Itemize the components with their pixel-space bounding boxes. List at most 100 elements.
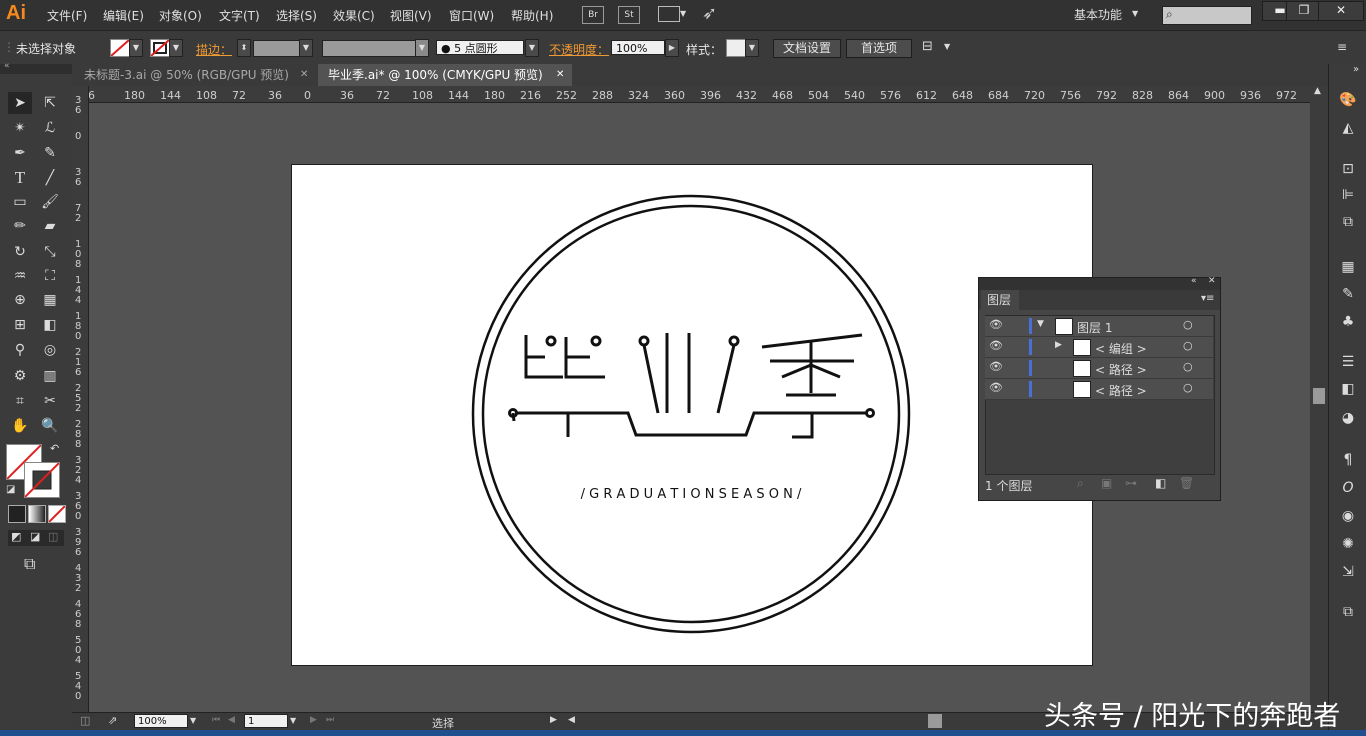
brush-dropdown[interactable]: ▼ bbox=[525, 39, 539, 57]
panel-menu-icon[interactable]: ▾≡ bbox=[1201, 293, 1214, 304]
target-icon[interactable]: ○ bbox=[1183, 318, 1193, 331]
eye-icon[interactable]: 👁 bbox=[989, 360, 1003, 373]
none-mode-icon[interactable] bbox=[48, 505, 66, 523]
document-setup-button[interactable]: 文档设置 bbox=[773, 39, 841, 58]
artboard-nav-icon[interactable]: ◫ bbox=[80, 714, 90, 727]
menu-edit[interactable]: 编辑(E) bbox=[103, 7, 144, 24]
close-tab-icon[interactable]: ✕ bbox=[556, 64, 564, 86]
layers-icon[interactable]: ⧉ bbox=[1337, 602, 1359, 622]
curvature-tool-icon[interactable]: ✎ bbox=[38, 142, 62, 164]
opacity-label[interactable]: 不透明度： bbox=[549, 41, 609, 58]
zoom-tool-icon[interactable]: 🔍 bbox=[38, 415, 62, 437]
path-name[interactable]: < 路径 > bbox=[1095, 361, 1147, 378]
gpu-performance-icon[interactable]: ➶ bbox=[702, 3, 717, 24]
eye-icon[interactable]: 👁 bbox=[989, 318, 1003, 331]
first-artboard-icon[interactable]: ⏮ bbox=[212, 715, 220, 725]
menu-object[interactable]: 对象(O) bbox=[159, 7, 202, 24]
new-sublayer-icon[interactable]: ⊶ bbox=[1125, 476, 1137, 490]
free-transform-icon[interactable]: ⛶ bbox=[38, 265, 62, 287]
stroke-weight-stepper[interactable]: ⬍ bbox=[237, 39, 251, 57]
chevron-down-icon[interactable]: ▼ bbox=[944, 42, 950, 51]
symbol-sprayer-icon[interactable]: ⚙ bbox=[8, 365, 32, 387]
appearance-icon[interactable]: ◉ bbox=[1337, 506, 1359, 526]
pencil-icon[interactable]: ✏ bbox=[8, 215, 32, 237]
stroke-dropdown[interactable]: ▼ bbox=[169, 39, 183, 57]
workspace-switcher[interactable]: 基本功能 bbox=[1074, 6, 1122, 23]
chevron-down-icon[interactable]: ▼ bbox=[290, 716, 296, 725]
scroll-thumb[interactable] bbox=[1313, 388, 1325, 404]
rectangle-tool-icon[interactable]: ▭ bbox=[8, 191, 32, 213]
stock-button[interactable]: St bbox=[618, 6, 640, 24]
collapse-icon[interactable]: « bbox=[4, 61, 10, 71]
style-dropdown[interactable]: ▼ bbox=[745, 39, 759, 57]
panel-menu-icon[interactable]: ≡ bbox=[1337, 40, 1347, 54]
align-icon[interactable]: ⊫ bbox=[1337, 185, 1359, 205]
default-colors-icon[interactable]: ◪ bbox=[6, 484, 15, 495]
stroke-swatch[interactable] bbox=[150, 39, 170, 57]
vertical-scrollbar[interactable]: ▲ bbox=[1310, 86, 1328, 712]
menu-view[interactable]: 视图(V) bbox=[390, 7, 432, 24]
opentype-icon[interactable]: O bbox=[1337, 478, 1359, 498]
selection-tool-icon[interactable]: ➤ bbox=[8, 92, 32, 114]
menu-help[interactable]: 帮助(H) bbox=[511, 7, 553, 24]
perspective-grid-icon[interactable]: ▦ bbox=[38, 289, 62, 311]
menu-window[interactable]: 窗口(W) bbox=[449, 7, 494, 24]
group-name[interactable]: < 编组 > bbox=[1095, 340, 1147, 357]
tab-untitled-3[interactable]: 未标题-3.ai @ 50% (RGB/GPU 预览) ✕ bbox=[74, 64, 318, 86]
close-icon[interactable]: ✕ bbox=[1208, 276, 1216, 286]
preferences-button[interactable]: 首选项 bbox=[846, 39, 912, 58]
type-tool-icon[interactable]: T bbox=[8, 167, 32, 189]
bridge-button[interactable]: Br bbox=[582, 6, 604, 24]
brush-definition[interactable]: ● 5 点圆形 bbox=[436, 40, 524, 55]
color-palette-icon[interactable]: 🎨 bbox=[1337, 90, 1359, 110]
last-artboard-icon[interactable]: ⏭ bbox=[326, 715, 334, 725]
layers-panel-titlebar[interactable]: « ✕ bbox=[979, 276, 1220, 290]
fill-dropdown[interactable]: ▼ bbox=[129, 39, 143, 57]
magic-wand-icon[interactable]: ✴ bbox=[8, 117, 32, 139]
current-tool-status[interactable]: 选择 bbox=[432, 715, 454, 731]
restore-button[interactable]: ❐ bbox=[1286, 1, 1322, 21]
stroke-color-box[interactable] bbox=[24, 462, 60, 498]
stroke-label[interactable]: 描边： bbox=[196, 41, 232, 58]
layer-row[interactable]: 👁 < 路径 > ○ bbox=[985, 379, 1213, 400]
gradient-tool-icon[interactable]: ◧ bbox=[38, 314, 62, 336]
layer-row[interactable]: 👁 < 路径 > ○ bbox=[985, 358, 1213, 379]
variable-width-profile[interactable] bbox=[322, 40, 416, 57]
column-graph-icon[interactable]: ▥ bbox=[38, 365, 62, 387]
horizontal-ruler[interactable]: 6 180 144 108 72 36 0 36 72 108 144 180 216 252 288 324… bbox=[88, 86, 1310, 103]
expand-panels-icon[interactable]: » bbox=[1353, 64, 1359, 75]
opacity-field[interactable]: 100% bbox=[611, 40, 665, 55]
hscroll-thumb[interactable] bbox=[928, 714, 942, 728]
opacity-arrow[interactable]: ▶ bbox=[665, 39, 679, 57]
artboard[interactable]: / G R A D U A T I O N S E A S O N / bbox=[291, 164, 1093, 666]
path-name[interactable]: < 路径 > bbox=[1095, 382, 1147, 399]
draw-normal-icon[interactable]: ◩ bbox=[11, 530, 21, 543]
new-layer-icon[interactable]: ◧ bbox=[1155, 476, 1166, 490]
status-menu-icon[interactable]: ▶ bbox=[550, 715, 557, 725]
share-icon[interactable]: ⇗ bbox=[108, 714, 117, 727]
collapse-icon[interactable]: « bbox=[1191, 276, 1197, 286]
eye-icon[interactable]: 👁 bbox=[989, 381, 1003, 394]
symbols-icon[interactable]: ♣ bbox=[1337, 312, 1359, 332]
menu-file[interactable]: 文件(F) bbox=[47, 7, 87, 24]
warp-tool-icon[interactable]: ♒ bbox=[8, 265, 32, 287]
graphic-styles-icon[interactable]: ✺ bbox=[1337, 534, 1359, 554]
eye-icon[interactable]: 👁 bbox=[989, 339, 1003, 352]
prev-artboard-icon[interactable]: ◀ bbox=[228, 715, 235, 725]
layer-name[interactable]: 图层 1 bbox=[1077, 319, 1112, 336]
chevron-down-icon[interactable]: ▼ bbox=[1132, 9, 1138, 18]
transform-icon[interactable]: ⊡ bbox=[1337, 159, 1359, 179]
tab-graduation-season[interactable]: 毕业季.ai* @ 100% (CMYK/GPU 预览) ✕ bbox=[318, 64, 572, 86]
chevron-down-icon[interactable]: ▼ bbox=[680, 9, 686, 18]
align-options-icon[interactable]: ⊟ bbox=[922, 39, 933, 54]
color-mode-icon[interactable] bbox=[8, 505, 26, 523]
trash-icon[interactable]: 🗑 bbox=[1179, 476, 1194, 490]
target-icon[interactable]: ○ bbox=[1183, 381, 1193, 394]
swatches-icon[interactable]: ▦ bbox=[1337, 257, 1359, 277]
menu-select[interactable]: 选择(S) bbox=[276, 7, 317, 24]
target-icon[interactable]: ○ bbox=[1183, 339, 1193, 352]
hand-tool-icon[interactable]: ✋ bbox=[8, 415, 32, 437]
stroke-icon[interactable]: ☰ bbox=[1337, 352, 1359, 372]
mesh-tool-icon[interactable]: ⊞ bbox=[8, 314, 32, 336]
zoom-field[interactable]: 100% bbox=[134, 714, 188, 728]
